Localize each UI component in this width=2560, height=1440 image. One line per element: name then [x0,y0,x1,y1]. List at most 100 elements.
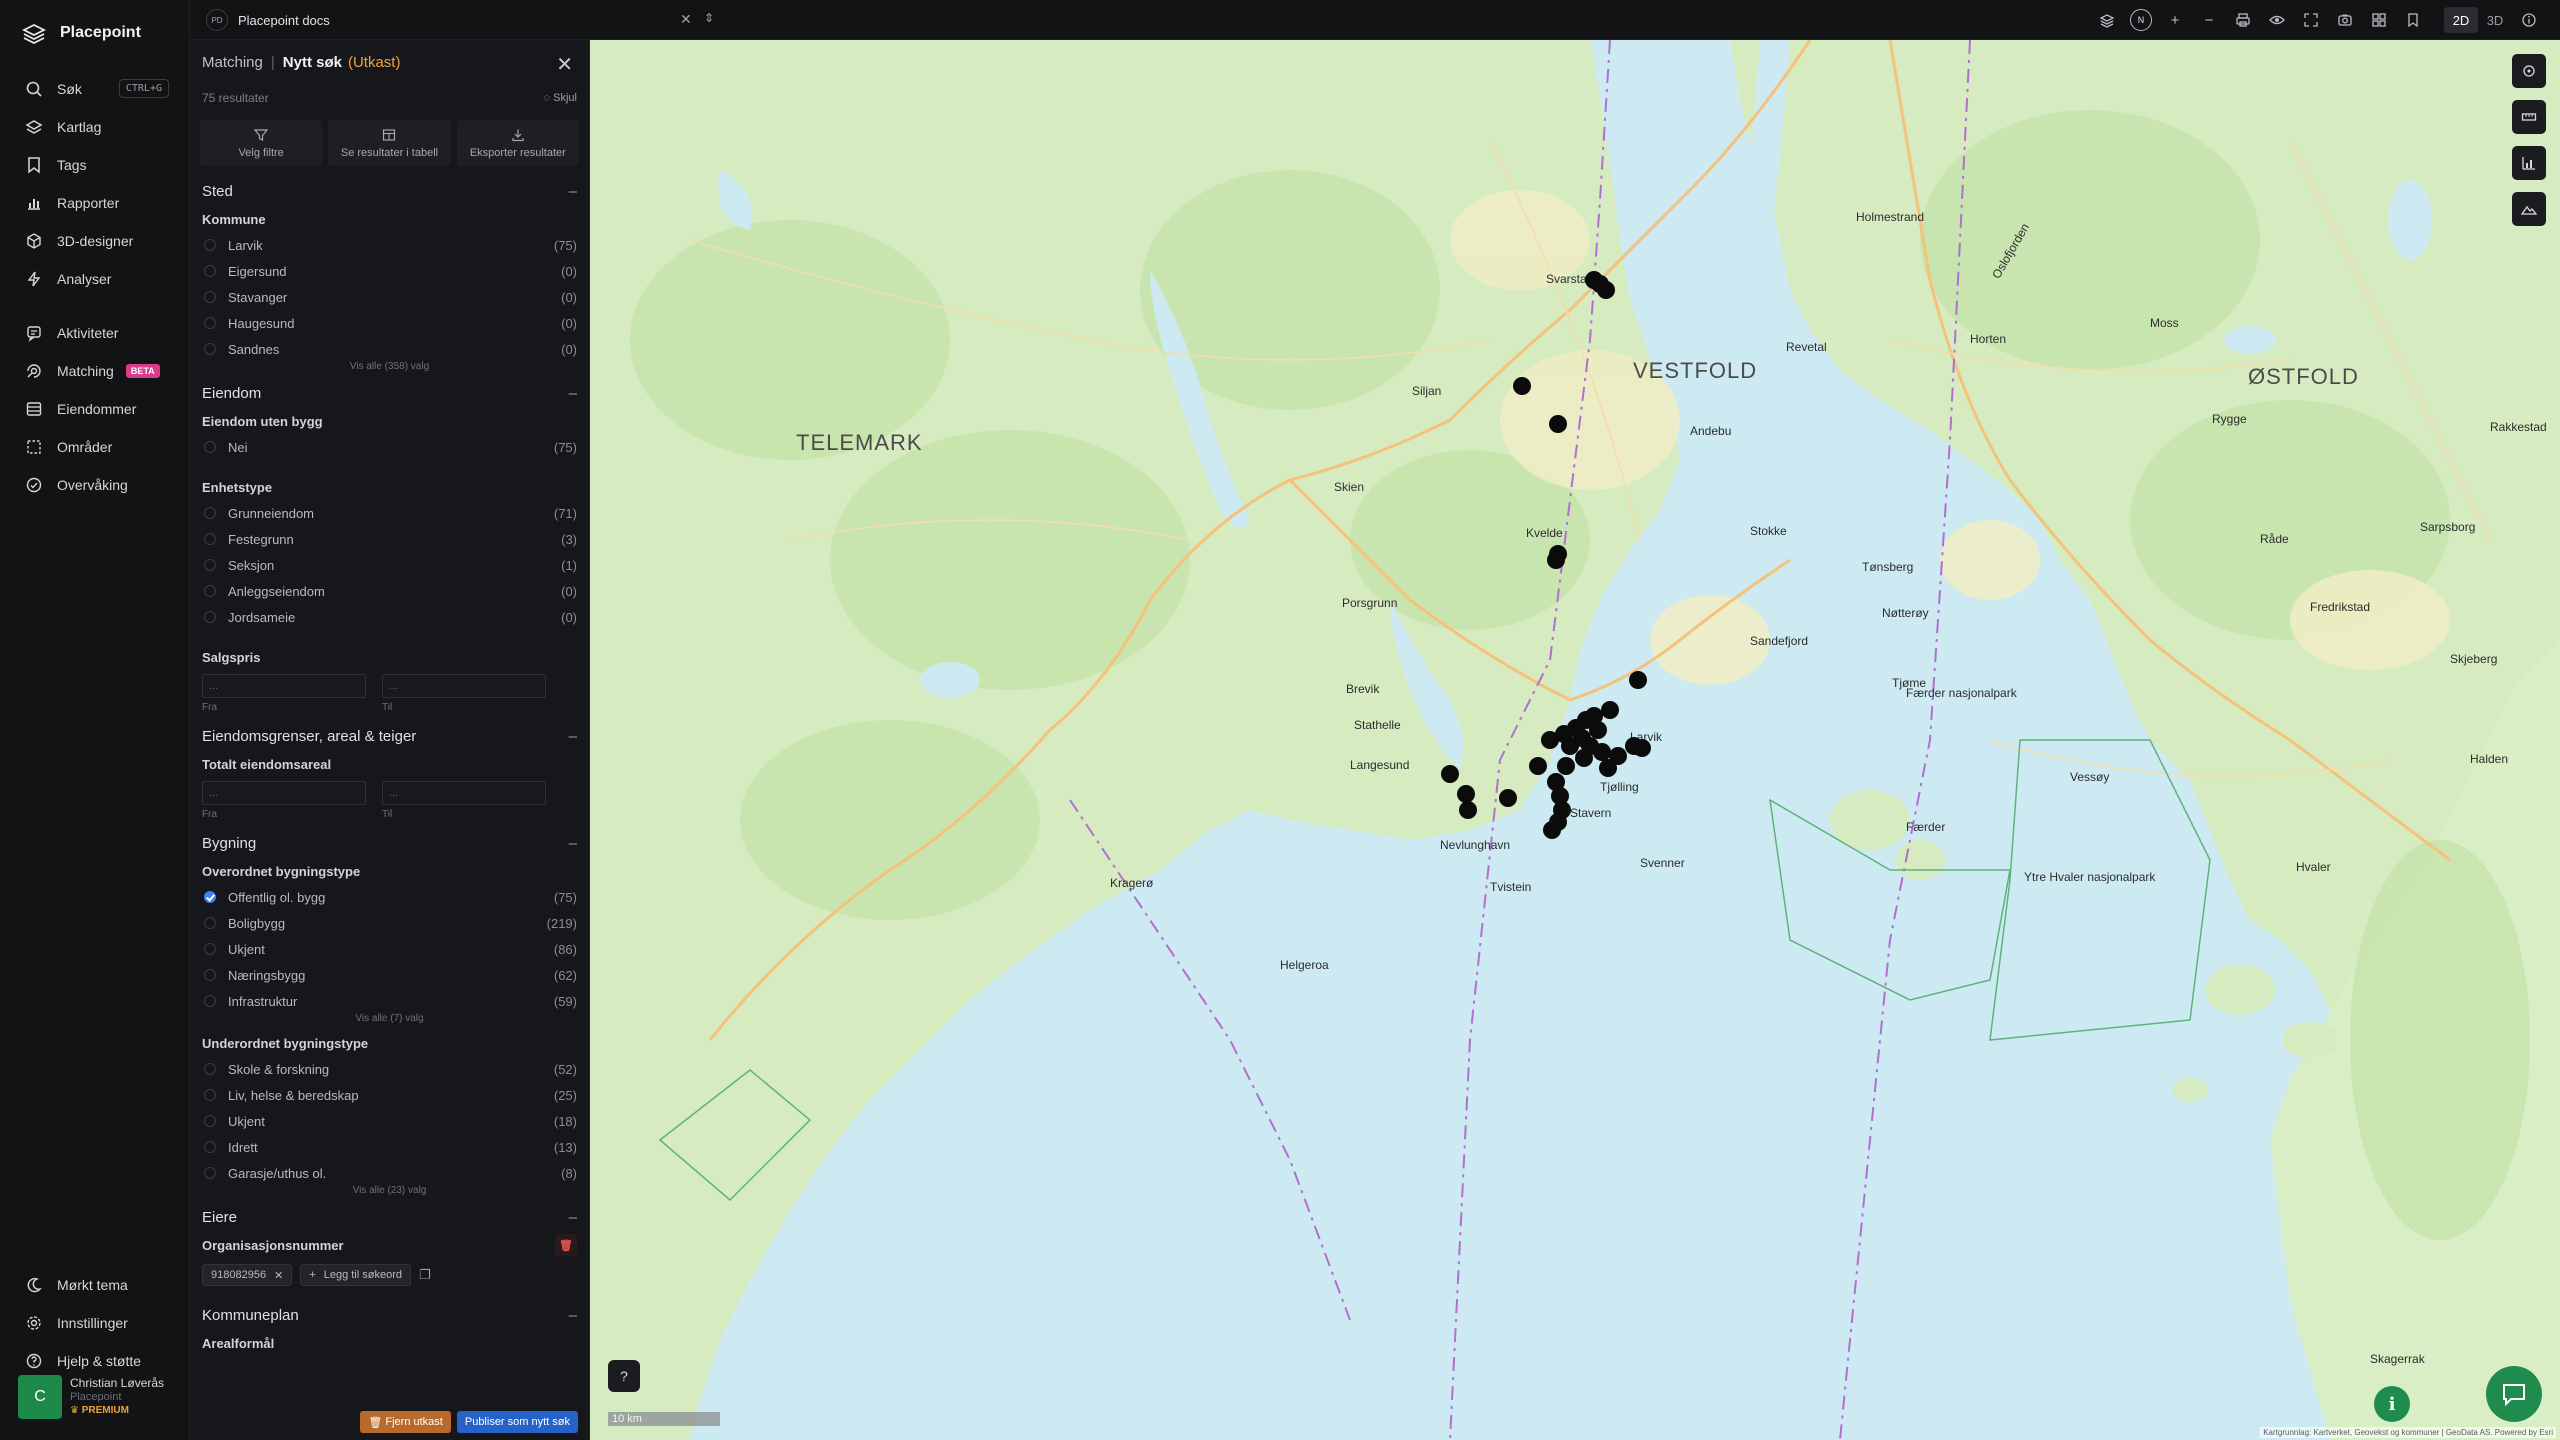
filter-option[interactable]: Jordsameie (0) [202,604,577,630]
result-marker[interactable] [1459,801,1477,819]
project-selector[interactable]: PD Placepoint docs ✕ ⇕ [206,7,726,33]
checkbox[interactable] [204,265,216,277]
add-keyword-button[interactable]: + Legg til søkeord [300,1264,411,1286]
copy-icon[interactable]: ❐ [419,1267,431,1283]
filter-option[interactable]: Seksjon (1) [202,552,577,578]
filter-option[interactable]: Boligbygg (219) [202,910,577,936]
close-icon[interactable]: ✕ [680,11,692,28]
section-grenser[interactable]: Eiendomsgrenser, areal & teiger – [202,721,577,751]
hide-button[interactable]: ◌ Skjul [544,92,577,104]
nav-item-aktiviteter[interactable]: Aktiviteter [0,314,189,352]
section-kommuneplan[interactable]: Kommuneplan – [202,1300,577,1330]
nav-item-tags[interactable]: Tags [0,146,189,184]
layers-stack-icon[interactable] [2090,6,2124,34]
filter-option[interactable]: Festegrunn (3) [202,526,577,552]
checkbox[interactable] [204,917,216,929]
checkbox[interactable] [204,1063,216,1075]
filter-option[interactable]: Grunneiendom (71) [202,500,577,526]
checkbox[interactable] [204,1167,216,1179]
eye-icon[interactable] [2260,6,2294,34]
view-table-button[interactable]: Se resultater i tabell [328,120,451,166]
result-marker[interactable] [1543,821,1561,839]
filter-option[interactable]: Haugesund (0) [202,310,577,336]
result-marker[interactable] [1547,551,1565,569]
section-eiere[interactable]: Eiere – [202,1202,577,1232]
bookmark-icon[interactable] [2396,6,2430,34]
filter-option[interactable]: Liv, helse & beredskap (25) [202,1082,577,1108]
publish-button[interactable]: Publiser som nytt søk [456,1411,578,1433]
nav-item-settings[interactable]: Innstillinger [0,1304,190,1342]
breadcrumb-root[interactable]: Matching [202,54,263,71]
checkbox[interactable] [204,585,216,597]
map-canvas[interactable]: VESTFOLD TELEMARK ØSTFOLD Skien Porsgrun… [590,40,2560,1440]
brand[interactable]: Placepoint [0,0,189,66]
zoom-out-icon[interactable]: − [2192,6,2226,34]
result-marker[interactable] [1629,671,1647,689]
result-marker[interactable] [1513,377,1531,395]
org-chip[interactable]: 918082956 ✕ [202,1264,293,1286]
result-marker[interactable] [1549,415,1567,433]
result-marker[interactable] [1441,765,1459,783]
print-icon[interactable] [2226,6,2260,34]
checkbox[interactable] [204,291,216,303]
result-marker[interactable] [1633,739,1651,757]
areal-to-input[interactable]: ... [382,781,546,805]
fullscreen-icon[interactable] [2294,6,2328,34]
grid-icon[interactable] [2362,6,2396,34]
filter-option[interactable]: Anleggseiendom (0) [202,578,577,604]
map-layers-control[interactable] [2512,54,2546,88]
show-all-link[interactable]: Vis alle (358) valg [202,360,577,378]
nav-item-dark-theme[interactable]: Mørkt tema [0,1266,190,1304]
result-marker[interactable] [1609,747,1627,765]
nav-item-eiendommer[interactable]: Eiendommer [0,390,189,428]
checkbox[interactable] [204,995,216,1007]
nav-item-sok[interactable]: Søk CTRL+G [0,70,189,108]
checkbox[interactable] [204,507,216,519]
checkbox[interactable] [204,943,216,955]
collapse-icon[interactable]: – [569,385,577,402]
result-marker[interactable] [1601,701,1619,719]
checkbox[interactable] [204,239,216,251]
result-marker[interactable] [1499,789,1517,807]
nav-item-overvaking[interactable]: Overvåking [0,466,189,504]
filter-option[interactable]: Larvik (75) [202,232,577,258]
checkbox[interactable] [204,1089,216,1101]
collapse-icon[interactable]: – [569,1307,577,1324]
checkbox[interactable] [204,969,216,981]
map-chart-control[interactable] [2512,146,2546,180]
checkbox-checked[interactable] [204,891,216,903]
collapse-icon[interactable]: – [569,835,577,852]
result-marker[interactable] [1541,731,1559,749]
salgspris-to-input[interactable]: ... [382,674,546,698]
checkbox[interactable] [204,1141,216,1153]
map-terrain-control[interactable] [2512,192,2546,226]
filter-option[interactable]: Nei (75) [202,434,577,460]
close-panel-icon[interactable]: ✕ [556,52,573,77]
chip-remove-icon[interactable]: ✕ [274,1269,283,1282]
checkbox[interactable] [204,343,216,355]
filter-option[interactable]: Eigersund (0) [202,258,577,284]
chevron-updown-icon[interactable]: ⇕ [704,11,714,25]
nav-item-omrader[interactable]: Områder [0,428,189,466]
north-compass-icon[interactable]: N [2124,6,2158,34]
filter-option[interactable]: Ukjent (86) [202,936,577,962]
camera-icon[interactable] [2328,6,2362,34]
choose-filters-button[interactable]: Velg filtre [200,120,323,166]
trash-icon[interactable]: 🗑 [555,1234,577,1256]
filter-option[interactable]: Næringsbygg (62) [202,962,577,988]
user-card[interactable]: C Christian Løverås Placepoint ♛ PREMIUM [18,1372,178,1422]
map-measure-control[interactable] [2512,100,2546,134]
filter-option[interactable]: Offentlig ol. bygg (75) [202,884,577,910]
filter-option[interactable]: Infrastruktur (59) [202,988,577,1014]
nav-item-3d-designer[interactable]: 3D-designer [0,222,189,260]
collapse-icon[interactable]: – [569,728,577,745]
section-bygning[interactable]: Bygning – [202,828,577,858]
mode-3d-button[interactable]: 3D [2478,7,2512,33]
nav-item-matching[interactable]: Matching BETA [0,352,189,390]
checkbox[interactable] [204,317,216,329]
result-marker[interactable] [1575,749,1593,767]
map-info-button[interactable]: i [2374,1386,2410,1422]
nav-item-rapporter[interactable]: Rapporter [0,184,189,222]
nav-item-analyser[interactable]: Analyser [0,260,189,298]
export-button[interactable]: Eksporter resultater [456,120,579,166]
